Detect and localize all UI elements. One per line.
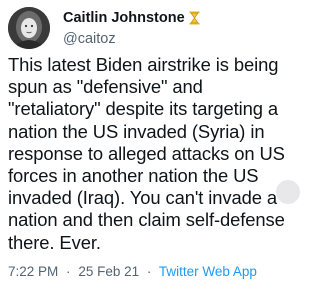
tweet-text: This latest Biden airstrike is being spu… xyxy=(8,54,285,253)
tweet-metadata: 7:22 PM · 25 Feb 21 · Twitter Web App xyxy=(8,264,257,279)
avatar-image xyxy=(8,7,50,49)
hourglass-icon xyxy=(189,11,200,25)
avatar[interactable] xyxy=(8,7,50,49)
meta-separator: · xyxy=(146,264,152,279)
tweet-date[interactable]: 25 Feb 21 xyxy=(78,264,139,279)
display-name-row: Caitlin Johnstone xyxy=(63,8,200,27)
tweet-time[interactable]: 7:22 PM xyxy=(8,264,58,279)
meta-separator: · xyxy=(66,264,71,279)
tweet-card: Caitlin Johnstone @caitoz This latest Bi… xyxy=(0,0,300,292)
user-handle[interactable]: @caitoz xyxy=(63,31,200,47)
author-info: Caitlin Johnstone @caitoz xyxy=(63,8,200,47)
more-options-icon[interactable] xyxy=(276,180,300,204)
tweet-source[interactable]: Twitter Web App xyxy=(159,264,257,279)
display-name[interactable]: Caitlin Johnstone xyxy=(63,10,185,26)
